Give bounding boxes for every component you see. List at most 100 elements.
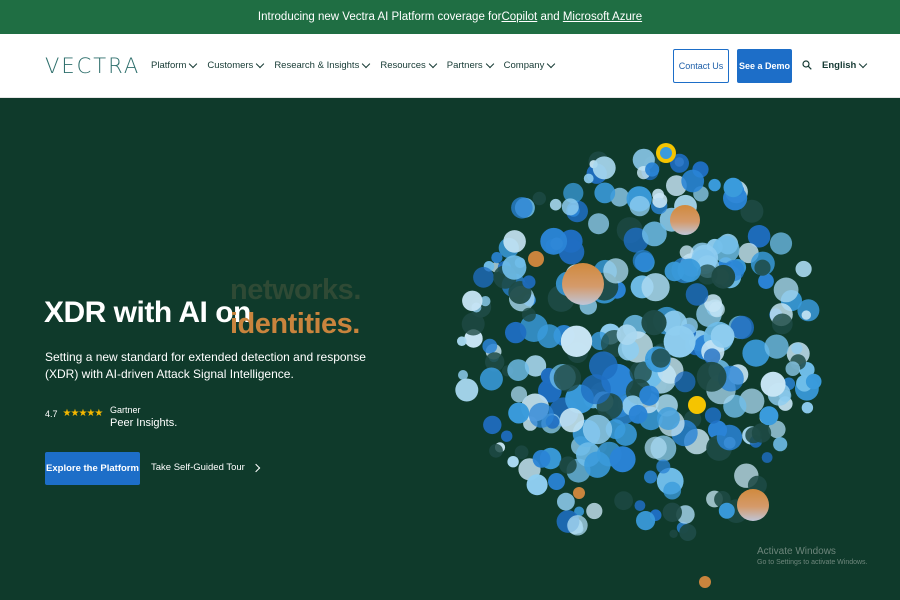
sphere-dot <box>629 195 650 217</box>
sphere-dot <box>656 459 671 474</box>
sphere-dot <box>644 436 667 459</box>
sphere-dot <box>526 474 548 496</box>
gartner-peer-insights-logo: Gartner Peer Insights. <box>110 404 177 430</box>
sphere-accent-dot <box>670 205 700 235</box>
announcement-banner: Introducing new Vectra AI Platform cover… <box>0 0 900 34</box>
menu-company[interactable]: Company <box>504 59 556 71</box>
sphere-dot <box>636 511 656 531</box>
sphere-dot <box>532 450 551 468</box>
language-label: English <box>822 60 857 71</box>
star-rating-icon: ★★★★★ <box>62 408 104 419</box>
sphere-dot <box>662 502 682 522</box>
sphere-dot <box>482 338 498 354</box>
sphere-dot <box>773 437 788 452</box>
sphere-dot <box>718 502 735 519</box>
contact-us-button[interactable]: Contact Us <box>673 49 729 83</box>
sphere-dot <box>642 221 667 247</box>
vectra-logo[interactable]: VECTRA <box>45 54 140 78</box>
sphere-dot <box>758 273 774 289</box>
sphere-dot <box>711 264 736 289</box>
sphere-dot <box>609 446 636 473</box>
sphere-dot <box>528 402 554 428</box>
sphere-dot <box>584 451 611 478</box>
sphere-accent-dot <box>688 396 706 414</box>
sphere-dot <box>582 414 613 445</box>
chevron-down-icon <box>189 59 198 69</box>
sphere-dot <box>639 385 660 406</box>
sphere-dot <box>479 367 503 391</box>
sphere-dot <box>553 364 582 392</box>
chevron-down-icon <box>362 59 371 69</box>
sphere-dot <box>489 443 503 458</box>
banner-link-copilot[interactable]: Copilot <box>501 11 537 23</box>
rating-score: 4.7 ★★★★★ <box>45 408 104 419</box>
sphere-dot <box>801 310 811 320</box>
sphere-dot <box>679 524 697 541</box>
sphere-dot <box>652 193 668 208</box>
explore-platform-button[interactable]: Explore the Platform <box>45 452 140 485</box>
sphere-dot <box>641 310 667 336</box>
language-selector[interactable]: English <box>822 59 868 71</box>
gartner-label: Gartner <box>110 405 141 415</box>
sphere-dot <box>785 361 801 377</box>
menu-research[interactable]: Research & Insights <box>274 59 371 71</box>
sphere-dot <box>557 492 575 511</box>
sphere-dot <box>549 198 562 211</box>
sphere-dot <box>628 404 648 424</box>
sphere-dot <box>656 407 680 430</box>
menu-partners[interactable]: Partners <box>446 59 494 71</box>
sphere-dot <box>457 336 467 346</box>
dots-sphere-graphic <box>455 143 822 588</box>
hero-section: XDR with AI on networks. identities. Set… <box>0 98 900 600</box>
sphere-accent-dot <box>699 576 711 588</box>
menu-label: Resources <box>380 60 426 71</box>
sphere-dot <box>645 162 660 177</box>
sphere-dot <box>461 312 485 336</box>
top-navigation: VECTRA Platform Customers Research & Ins… <box>0 34 900 98</box>
sphere-dot <box>805 373 822 390</box>
rating-value: 4.7 <box>45 408 58 419</box>
sphere-dot <box>710 324 735 348</box>
sphere-dot <box>560 325 593 357</box>
sphere-dot <box>502 255 527 280</box>
sphere-dot <box>473 266 494 288</box>
see-demo-button[interactable]: See a Demo <box>737 49 792 83</box>
hero-headline: XDR with AI on <box>44 296 251 329</box>
sphere-dot <box>791 342 803 354</box>
menu-platform[interactable]: Platform <box>151 59 198 71</box>
self-guided-tour-link[interactable]: Take Self-Guided Tour <box>151 462 261 473</box>
sphere-dot <box>559 407 585 433</box>
sphere-dot <box>588 213 610 235</box>
menu-label: Research & Insights <box>274 60 360 71</box>
menu-resources[interactable]: Resources <box>380 59 437 71</box>
sphere-dot <box>507 456 519 468</box>
sphere-dot <box>491 252 503 264</box>
banner-and: and <box>537 11 563 23</box>
search-icon[interactable] <box>802 60 812 70</box>
sphere-dot <box>462 290 483 311</box>
sphere-dot <box>751 423 772 443</box>
sphere-dot <box>483 415 502 435</box>
sphere-dot <box>532 191 546 206</box>
sphere-dot <box>603 258 629 284</box>
sphere-dot <box>651 348 671 368</box>
sphere-dot <box>455 378 479 402</box>
menu-label: Partners <box>446 60 483 71</box>
menu-label: Customers <box>207 60 254 71</box>
sphere-dot <box>644 470 657 484</box>
sphere-dot <box>704 407 722 424</box>
chevron-down-icon <box>485 59 494 69</box>
sphere-dot <box>511 197 533 219</box>
menu-customers[interactable]: Customers <box>207 59 265 71</box>
sphere-dot <box>548 473 565 490</box>
banner-link-azure[interactable]: Microsoft Azure <box>563 11 642 23</box>
chevron-down-icon <box>256 59 265 69</box>
sphere-dot <box>559 456 577 474</box>
sphere-dot <box>632 250 654 272</box>
banner-text: Introducing new Vectra AI Platform cover… <box>257 11 502 23</box>
sphere-dot <box>759 406 779 426</box>
sphere-dot <box>754 259 771 276</box>
sphere-dot <box>505 321 527 344</box>
sphere-dot <box>681 169 705 193</box>
sphere-accent-dot <box>528 251 544 267</box>
